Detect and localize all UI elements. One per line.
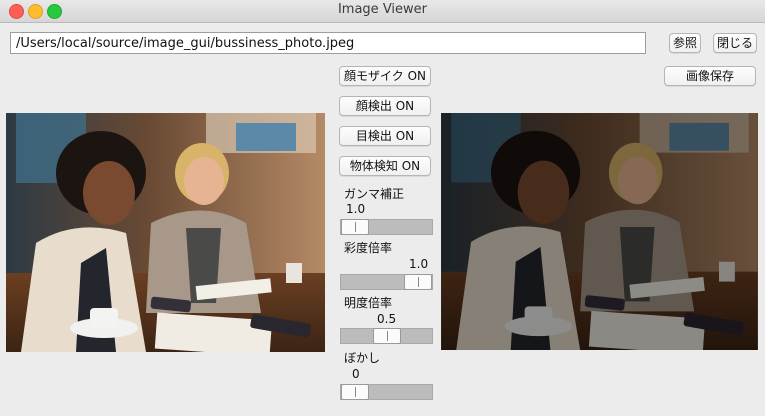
saturation-label: 彩度倍率: [344, 241, 393, 255]
object-detect-toggle-button[interactable]: 物体検知 ON: [339, 156, 431, 176]
brightness-value: 0.5: [377, 312, 397, 326]
title-bar: Image Viewer: [0, 0, 765, 23]
saturation-value: 1.0: [409, 257, 429, 271]
original-image: [6, 113, 325, 352]
browse-button[interactable]: 参照: [669, 33, 701, 53]
blur-slider-thumb[interactable]: [341, 384, 369, 400]
brightness-slider-thumb[interactable]: [372, 328, 401, 344]
save-image-button[interactable]: 画像保存: [664, 66, 756, 86]
file-path-input[interactable]: [10, 32, 646, 54]
saturation-slider[interactable]: [340, 274, 433, 290]
gamma-slider[interactable]: [340, 219, 433, 235]
brightness-slider[interactable]: [340, 328, 433, 344]
gamma-label: ガンマ補正: [344, 187, 405, 201]
processed-image: [441, 113, 758, 350]
eye-detect-toggle-button[interactable]: 目検出 ON: [339, 126, 431, 146]
face-detect-toggle-button[interactable]: 顔検出 ON: [339, 96, 431, 116]
gamma-slider-thumb[interactable]: [341, 219, 369, 235]
window-title: Image Viewer: [337, 2, 428, 17]
brightness-label: 明度倍率: [344, 296, 393, 310]
processed-photo-graphic: [441, 113, 758, 350]
blur-label: ぼかし: [344, 351, 381, 365]
original-photo-graphic: [6, 113, 325, 352]
close-button[interactable]: 閉じる: [713, 33, 757, 53]
gamma-value: 1.0: [346, 202, 366, 216]
face-mosaic-toggle-button[interactable]: 顔モザイク ON: [339, 66, 431, 86]
saturation-slider-thumb[interactable]: [404, 274, 432, 290]
blur-value: 0: [352, 367, 360, 381]
blur-slider[interactable]: [340, 384, 433, 400]
